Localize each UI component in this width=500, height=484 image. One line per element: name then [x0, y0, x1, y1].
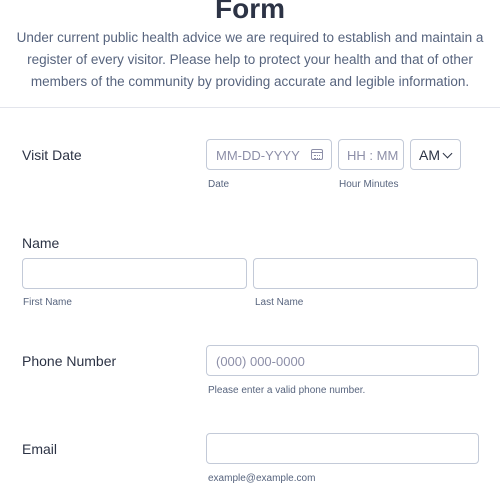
- time-placeholder: HH : MM: [347, 148, 399, 163]
- email-label: Email: [22, 441, 58, 457]
- name-label: Name: [22, 235, 60, 251]
- date-input[interactable]: MM-DD-YYYY: [206, 139, 332, 170]
- time-sublabel: Hour Minutes: [339, 179, 399, 190]
- form-title: Form: [215, 0, 285, 24]
- first-name-sublabel: First Name: [23, 297, 72, 308]
- email-input[interactable]: [206, 433, 479, 464]
- phone-input[interactable]: (000) 000-0000: [206, 345, 479, 376]
- ampm-select[interactable]: AM: [410, 139, 461, 170]
- first-name-input[interactable]: [22, 258, 247, 289]
- date-sublabel: Date: [208, 179, 230, 190]
- chevron-down-icon: [442, 148, 453, 159]
- phone-label: Phone Number: [22, 353, 117, 369]
- calendar-icon[interactable]: [311, 149, 323, 160]
- last-name-input[interactable]: [253, 258, 478, 289]
- visit-date-label: Visit Date: [22, 147, 82, 163]
- time-input[interactable]: HH : MM: [338, 139, 404, 170]
- phone-sublabel: Please enter a valid phone number.: [208, 385, 366, 396]
- ampm-value: AM: [419, 147, 440, 163]
- date-placeholder: MM-DD-YYYY: [216, 148, 300, 163]
- form-description: Under current public health advice we ar…: [16, 30, 484, 89]
- email-sublabel: example@example.com: [208, 473, 316, 484]
- phone-placeholder: (000) 000-0000: [216, 354, 305, 369]
- last-name-sublabel: Last Name: [255, 297, 304, 308]
- form-header: Form Under current public health advice …: [0, 0, 500, 108]
